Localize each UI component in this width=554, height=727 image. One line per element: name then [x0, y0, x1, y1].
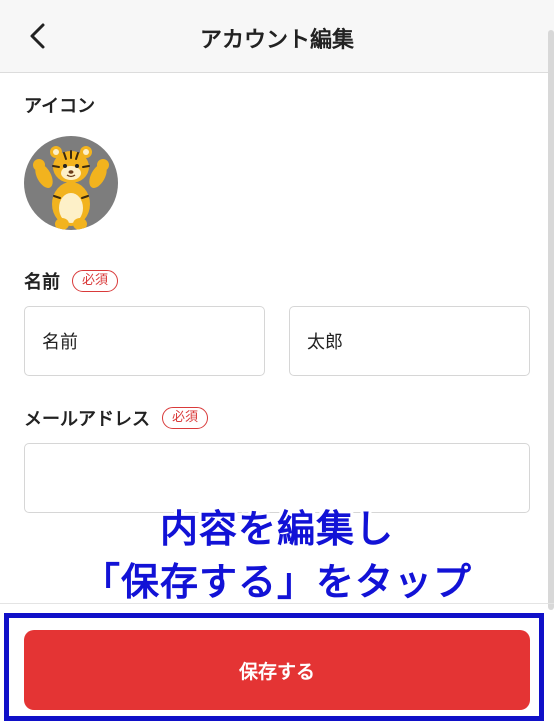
required-badge: 必須 [72, 270, 119, 292]
annotation-highlight-box [4, 613, 544, 721]
last-name-input[interactable]: 名前 [24, 306, 265, 376]
first-name-input[interactable]: 太郎 [289, 306, 530, 376]
icon-label-text: アイコン [24, 96, 96, 117]
last-name-value: 名前 [42, 332, 78, 353]
icon-section-label: アイコン [24, 92, 95, 118]
page-title: アカウント編集 [199, 28, 354, 53]
email-label-text: メールアドレス [24, 409, 150, 430]
tiger-mascot-icon [33, 146, 109, 230]
required-badge: 必須 [162, 407, 209, 429]
email-section-label: メールアドレス 必須 [24, 405, 209, 431]
app-header: アカウント編集 [0, 0, 554, 73]
annotation-line-1: 内容を編集し [159, 507, 394, 551]
name-label-text: 名前 [24, 272, 60, 293]
annotation-line-2: 「保存する」をタップ [81, 560, 472, 604]
first-name-value: 太郎 [307, 332, 343, 353]
name-section-label: 名前 必須 [24, 268, 119, 294]
footer-divider [0, 603, 554, 604]
avatar[interactable] [24, 136, 118, 230]
